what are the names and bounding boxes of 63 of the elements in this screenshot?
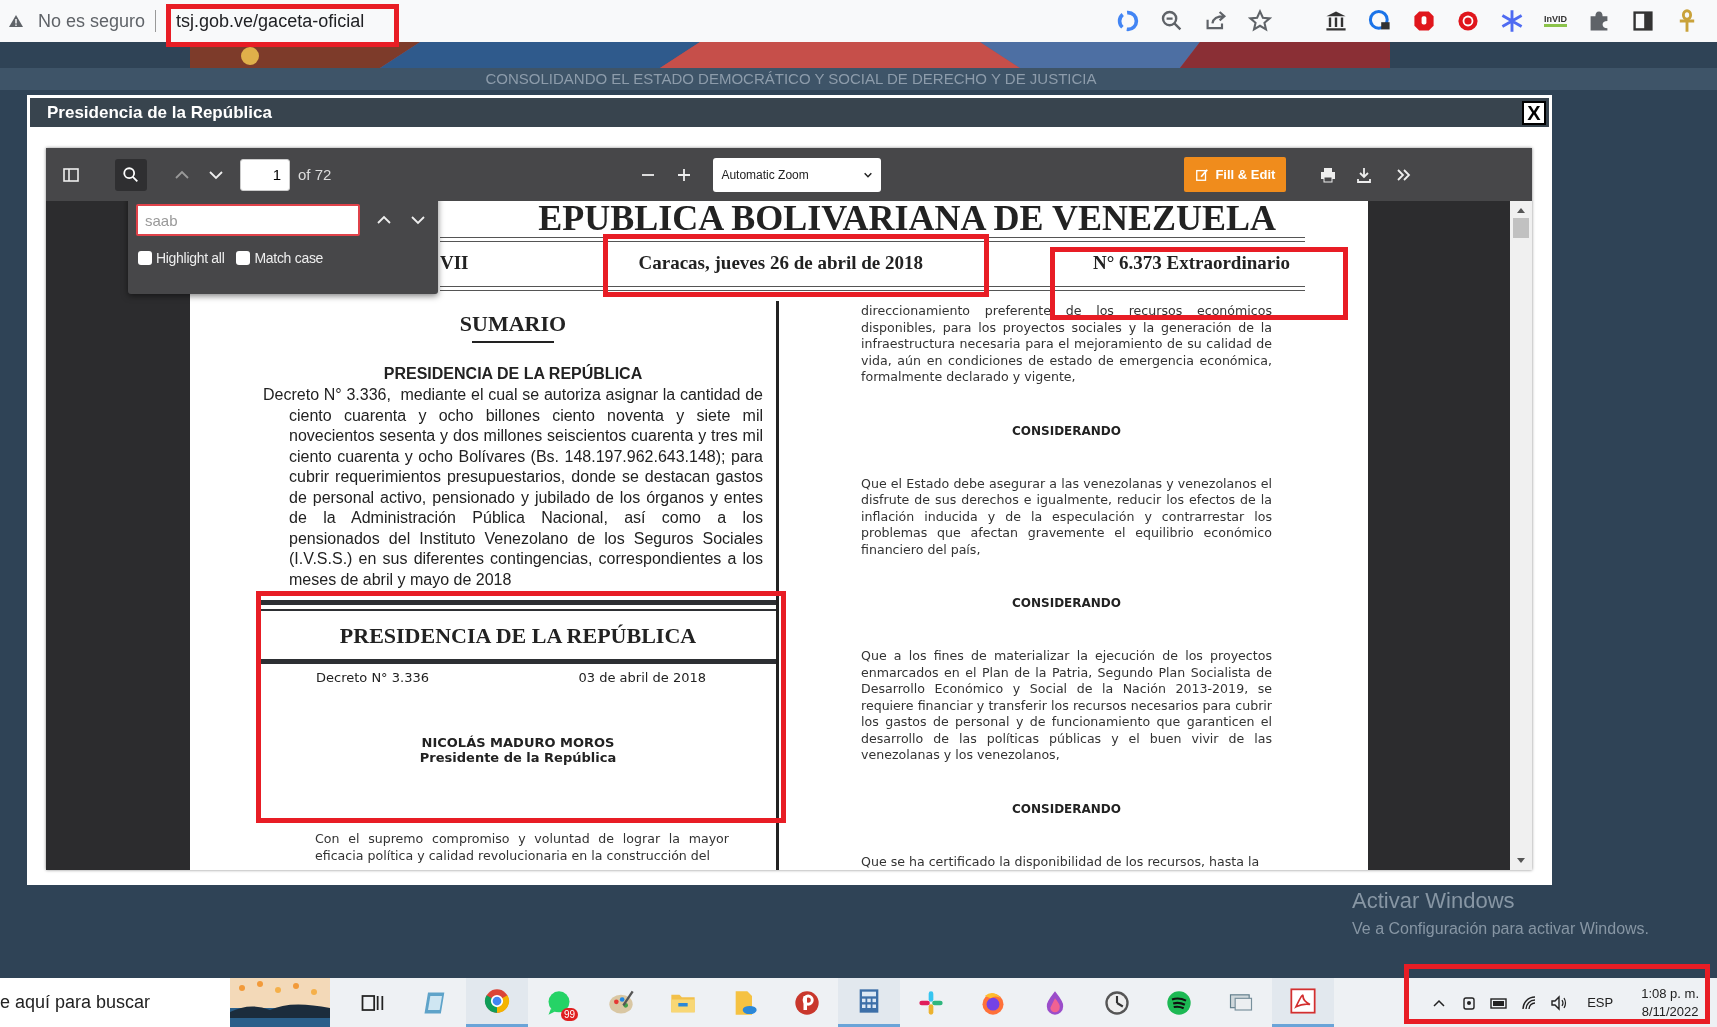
checkbox-label[interactable]: Match case <box>254 250 324 266</box>
page-number-field[interactable]: 1 <box>240 158 290 191</box>
warning-icon <box>8 13 24 29</box>
checkbox-label[interactable]: Highlight all <box>156 250 225 266</box>
body-paragraph: Que se ha certificado la disponibilidad de los recursos, hasta la <box>861 853 1261 870</box>
decree-date: 03 de abril de 2018 <box>578 670 706 685</box>
ball-icon[interactable] <box>483 987 511 1015</box>
security-label[interactable]: No es seguro <box>38 10 146 32</box>
sound-wave-icon[interactable] <box>1165 988 1193 1017</box>
modal-title: Presidencia de la República <box>47 102 272 123</box>
considerando-heading: CONSIDERANDO <box>1010 423 1123 438</box>
issue-date: Caracas, jueves 26 de abril de 2018 <box>638 252 923 274</box>
scroll-down-icon[interactable] <box>1516 857 1526 865</box>
sidebar-icon[interactable] <box>1631 9 1655 33</box>
close-button[interactable]: X <box>1522 100 1546 125</box>
search-box[interactable]: e aquí para buscar <box>0 978 330 1027</box>
summary-paragraph: Decreto N° 3.336, mediante el cual se autoriza asignar la cantidad de ciento cuarenta y ocho billones ciento noventa y siete mil novecientos sesenta y dos millones seiscientos cuarenta y tres mil ciento cuarenta y ocho Bolívares (Bs. 148.197.962.643.148); para cubrir requerimientos presupuestarios, donde se destacan gastos de personal activo, pensionado y jubilado de los órganos y entes de la Administración Pública Nacional, así como a los pensionados del Instituto Venezolano de los Seguros Sociales (I.V.S.S.) en sus diferentes contingencias, correspondientes a los meses de abril y mayo de 2018 <box>263 385 763 590</box>
signer-role: Presidente de la República <box>418 750 618 765</box>
clock-time[interactable]: 1:08 p. m. <box>1641 984 1699 1003</box>
issue-number: N° 6.373 Extraordinario <box>1092 252 1290 274</box>
extension-label[interactable]: InVID <box>1544 15 1567 27</box>
section-title: PRESIDENCIA DE LA REPÚBLICA <box>338 622 698 650</box>
record-icon[interactable] <box>1456 9 1480 33</box>
ring-icon[interactable] <box>1116 9 1140 33</box>
considerando-heading: CONSIDERANDO <box>1010 801 1123 816</box>
star-icon[interactable] <box>1248 9 1272 33</box>
search-placeholder: e aquí para buscar <box>0 992 151 1013</box>
site-motto: CONSOLIDANDO EL ESTADO DEMOCRÁTICO Y SOCIAL DE DERECHO Y DE JUSTICIA <box>0 68 1717 90</box>
notification-badge: 99 <box>560 1008 578 1021</box>
body-paragraph: Que el Estado debe asegurar a las venezolanas y venezolanos el disfrute de sus derechos e igualmente, reducir los efectos de la inflación inducida y de la especulación y contrarrestar los problemas que afectan gravemente el equilibrio económico financiero del país, <box>861 475 1272 558</box>
page-count: of 72 <box>298 166 332 183</box>
scroll-thumb[interactable] <box>1513 218 1529 238</box>
search-icon[interactable] <box>122 165 140 184</box>
signer-name: NICOLÁS MADURO MOROS <box>420 735 616 750</box>
bank-icon[interactable] <box>1324 9 1348 33</box>
search-button[interactable] <box>115 158 147 191</box>
scrollbar[interactable] <box>1510 201 1532 870</box>
body-paragraph: Con el supremo compromiso y voluntad de lograr la mayor eficacia política y calidad revolucionaria en la construcción del <box>314 831 730 864</box>
snowflake-icon[interactable] <box>1500 9 1524 33</box>
pinwheel-icon[interactable] <box>917 988 945 1017</box>
body-paragraph: direccionamiento preferente de los recursos económicos disponibles, para los proyectos sociales y la generación de la infraestructura necesaria para el mejoramiento de su calidad de vida, aún en condiciones de estado de emergencia económica, formalmente declarado y vigente, <box>861 303 1272 386</box>
language-indicator[interactable]: ESP <box>1587 995 1614 1010</box>
hand-icon[interactable] <box>1412 9 1436 33</box>
checkbox[interactable] <box>236 251 251 265</box>
clock-date[interactable]: 8/11/2022 <box>1641 1002 1699 1021</box>
section-heading: PRESIDENCIA DE LA REPÚBLICA <box>382 365 644 383</box>
activation-title: Activar Windows <box>1352 888 1516 914</box>
zoom-out-icon[interactable] <box>1160 9 1184 33</box>
pdf-icon[interactable] <box>1289 987 1317 1015</box>
activation-text: Ve a Configuración para activar Windows. <box>1352 920 1650 938</box>
masthead: EPUBLICA BOLIVARIANA DE VENEZUELA <box>538 201 1276 235</box>
lock-badge-icon[interactable] <box>1368 9 1392 33</box>
scroll-up-icon[interactable] <box>1516 206 1526 214</box>
decree-number: Decreto N° 3.336 <box>316 670 429 685</box>
circle-icon[interactable] <box>793 988 821 1017</box>
body-paragraph: Que a los fines de materializar la ejecución de los proyectos enmarcados en el Plan de la Patria, Segundo Plan Socialista de Desarrollo Económico y Social de la Nación 2013-2019, se requiere financiar y transferir los recursos necesarios para cubrir los gastos de personal y de funcionamiento que garanticen el desarrollo de las políticas públicas y el buen vivir de las venezolanas y los venezolanos, <box>861 648 1272 764</box>
year-label: VII <box>440 252 469 274</box>
summary-title: SUMARIO <box>458 311 568 337</box>
zoom-dropdown[interactable]: Automatic Zoom <box>713 157 882 192</box>
address-bar-url[interactable]: tsj.gob.ve/gaceta-oficial <box>176 10 365 32</box>
clock-icon[interactable] <box>1103 988 1131 1017</box>
checkbox[interactable] <box>138 251 152 265</box>
considerando-heading: CONSIDERANDO <box>1010 596 1123 610</box>
